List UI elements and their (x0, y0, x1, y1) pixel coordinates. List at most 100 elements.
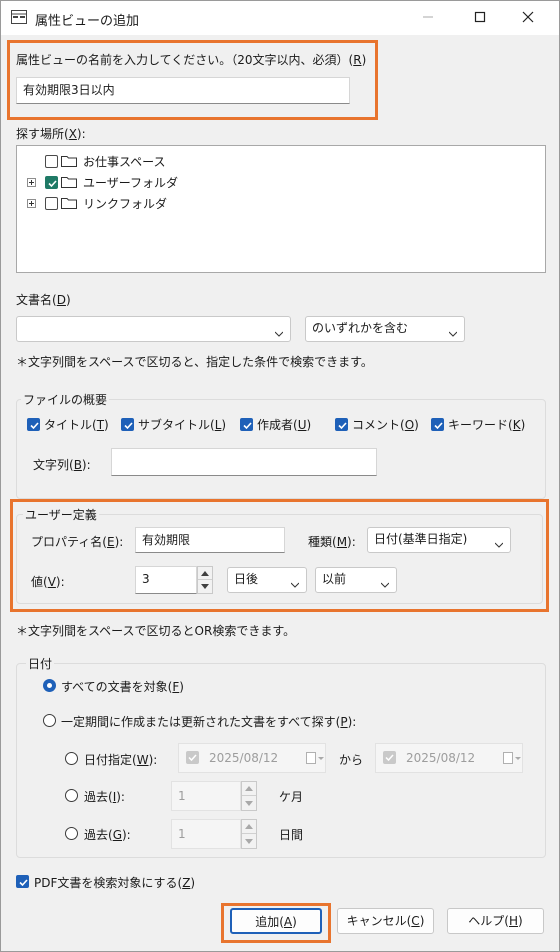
arrow-up-icon (245, 786, 253, 791)
value-label: 値(V): (31, 575, 65, 589)
doc-name-note: ＊文字列間をスペースで区切ると、指定した条件で検索できます。 (16, 355, 373, 369)
user-defined-note: ＊文字列間をスペースで区切るとOR検索できます。 (16, 624, 296, 638)
type-label: 種類(M): (308, 535, 356, 549)
past-months-input[interactable]: 1 (171, 781, 241, 811)
past-months-radio[interactable] (65, 789, 78, 802)
arrow-down-icon (245, 800, 253, 806)
tree-item-link-folder[interactable]: リンクフォルダ (17, 194, 317, 212)
add-button[interactable]: 追加(A) (230, 908, 322, 934)
help-button[interactable]: ヘルプ(H) (447, 908, 544, 934)
author-checkbox[interactable] (240, 418, 253, 431)
from-to-separator: から (339, 753, 364, 767)
calendar-dropdown-icon[interactable] (503, 751, 521, 768)
view-name-label: 属性ビューの名前を入力してください。（20文字以内、必須）(R) (16, 53, 367, 67)
period-label[interactable]: 一定期間に作成または更新された文書をすべて探す(P): (61, 713, 356, 730)
tree-item-label: ユーザーフォルダ (83, 176, 179, 190)
date-to-checkbox[interactable] (383, 751, 396, 764)
pdf-checkbox[interactable] (16, 875, 29, 888)
date-from-value: 2025/08/12 (209, 751, 279, 765)
expand-icon[interactable] (27, 178, 36, 187)
past-days-radio[interactable] (65, 827, 78, 840)
period-radio[interactable] (43, 714, 56, 727)
chevron-down-icon (448, 326, 458, 337)
tree-checkbox[interactable] (45, 197, 58, 210)
type-select[interactable]: 日付(基準日指定) (367, 527, 511, 553)
search-location-label: 探す場所(X): (16, 127, 86, 141)
check-icon (243, 422, 252, 430)
title-bar[interactable]: 属性ビューの追加 (1, 1, 559, 35)
folder-tree[interactable]: お仕事スペース ユーザーフォルダ リンクフォルダ (16, 145, 546, 273)
check-icon (434, 422, 443, 430)
type-value: 日付(基準日指定) (374, 532, 468, 546)
calendar-dropdown-icon[interactable] (306, 751, 324, 768)
comment-checkbox-label[interactable]: コメント(O) (352, 416, 419, 433)
file-summary-title: ファイルの概要 (21, 391, 110, 408)
check-icon (124, 422, 133, 430)
chevron-down-icon (380, 577, 390, 588)
spin-up-button[interactable] (242, 820, 256, 834)
tree-checkbox[interactable] (45, 176, 58, 189)
close-button[interactable] (505, 1, 551, 35)
arrow-down-icon (245, 838, 253, 844)
past-months-spinner[interactable] (241, 781, 257, 811)
past-days-label[interactable]: 過去(G): (84, 826, 131, 843)
tree-item-work-space[interactable]: お仕事スペース (17, 152, 317, 170)
app-icon (11, 10, 27, 24)
value-spinner[interactable] (197, 566, 213, 594)
spin-down-button[interactable] (242, 834, 256, 848)
unit-value: 日後 (234, 572, 259, 586)
window-title: 属性ビューの追加 (35, 14, 140, 29)
arrow-down-icon (201, 584, 209, 589)
spin-down-button[interactable] (198, 580, 212, 593)
minimize-icon (422, 11, 434, 26)
spin-up-button[interactable] (242, 782, 256, 796)
expand-icon[interactable] (27, 199, 36, 208)
property-name-label: プロパティ名(E): (31, 535, 124, 549)
chevron-down-icon (290, 577, 300, 588)
close-icon (522, 11, 534, 26)
cancel-button[interactable]: キャンセル(C) (337, 908, 434, 934)
doc-name-label: 文書名(D) (16, 293, 71, 307)
dialog-window: 属性ビューの追加 属性ビューの名前を入力してください。（20文字以内、必須）(R… (0, 0, 560, 952)
specify-date-label[interactable]: 日付指定(W): (84, 751, 157, 768)
folder-icon (61, 197, 77, 209)
subtitle-checkbox-label[interactable]: サブタイトル(L) (138, 416, 226, 433)
tree-item-user-folder[interactable]: ユーザーフォルダ (17, 173, 317, 191)
title-checkbox[interactable] (27, 418, 40, 431)
check-icon (385, 754, 394, 762)
past-days-input[interactable]: 1 (171, 819, 241, 849)
comment-checkbox[interactable] (335, 418, 348, 431)
keyword-checkbox-label[interactable]: キーワード(K) (448, 416, 525, 433)
maximize-icon (474, 11, 486, 26)
match-mode-select[interactable]: のいずれかを含む (305, 316, 465, 342)
all-docs-label[interactable]: すべての文書を対象(F) (61, 678, 184, 695)
past-months-label[interactable]: 過去(I): (84, 788, 125, 805)
past-days-spinner[interactable] (241, 819, 257, 849)
all-docs-radio[interactable] (43, 679, 56, 692)
date-from-checkbox[interactable] (186, 751, 199, 764)
string-input[interactable] (111, 448, 377, 476)
title-checkbox-label[interactable]: タイトル(T) (44, 416, 109, 433)
check-icon (19, 879, 28, 887)
author-checkbox-label[interactable]: 作成者(U) (257, 416, 311, 433)
view-name-input[interactable]: 有効期限3日以内 (16, 77, 350, 104)
minimize-button[interactable] (405, 1, 451, 35)
subtitle-checkbox[interactable] (121, 418, 134, 431)
days-unit: 日間 (279, 828, 304, 842)
date-from-picker[interactable]: 2025/08/12 (178, 743, 326, 773)
spin-up-button[interactable] (198, 567, 212, 580)
property-name-input[interactable]: 有効期限 (135, 527, 285, 553)
maximize-button[interactable] (457, 1, 503, 35)
relation-select[interactable]: 以前 (315, 567, 397, 593)
tree-checkbox[interactable] (45, 155, 58, 168)
date-to-picker[interactable]: 2025/08/12 (375, 743, 523, 773)
spin-down-button[interactable] (242, 796, 256, 810)
pdf-checkbox-label[interactable]: PDF文書を検索対象にする(Z) (34, 874, 195, 891)
tree-item-label: お仕事スペース (83, 155, 166, 169)
keyword-checkbox[interactable] (431, 418, 444, 431)
specify-date-radio[interactable] (65, 752, 78, 765)
unit-select[interactable]: 日後 (227, 567, 307, 593)
value-number-input[interactable]: 3 (135, 566, 197, 594)
doc-name-combo[interactable] (16, 316, 291, 342)
folder-icon (61, 176, 77, 188)
